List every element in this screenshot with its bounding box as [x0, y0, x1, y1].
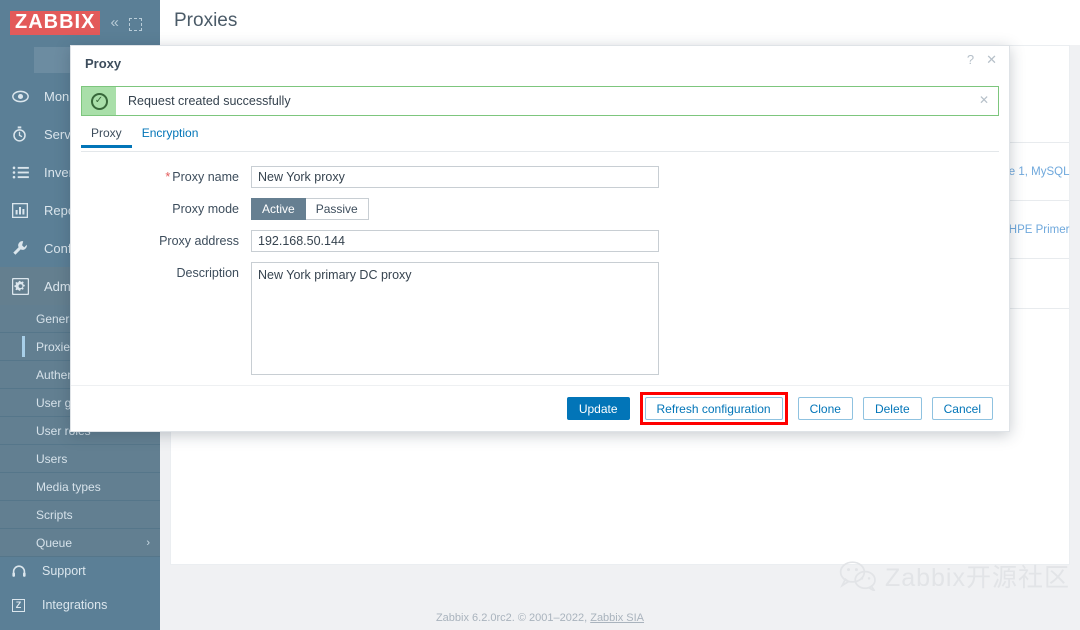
question-mark-icon[interactable]: ?: [967, 52, 974, 68]
message-icon-cell: ✓: [82, 87, 116, 115]
chevron-right-icon: ›: [146, 536, 150, 549]
tab-proxy[interactable]: Proxy: [81, 126, 132, 148]
sidebar-subitem-scripts[interactable]: Scripts: [0, 501, 160, 529]
wrench-icon: [12, 240, 34, 256]
label-text: Proxy name: [172, 170, 239, 184]
proxy-mode-label: Proxy mode: [172, 202, 239, 216]
page-header: Proxies: [160, 0, 1080, 45]
modal-tabs: Proxy Encryption: [81, 126, 999, 152]
sidebar-subitem-label: Queue: [36, 535, 73, 550]
page-title: Proxies: [174, 10, 238, 31]
watermark: Zabbix开源社区: [839, 558, 1070, 594]
tab-encryption[interactable]: Encryption: [132, 126, 209, 147]
close-icon[interactable]: ✕: [986, 52, 997, 68]
sidebar-item-label: Support: [42, 564, 86, 578]
eye-icon: [12, 90, 34, 103]
proxy-name-input[interactable]: [251, 166, 659, 188]
clone-button[interactable]: Clone: [797, 397, 853, 420]
delete-button[interactable]: Delete: [862, 397, 922, 420]
compact-view-icon[interactable]: [128, 18, 142, 31]
sidebar-subitem-media-types[interactable]: Media types: [0, 473, 160, 501]
proxy-name-label: * Proxy name: [71, 166, 251, 188]
proxy-form: *Proxy name Proxy mode Active Passive Pr…: [71, 152, 1009, 375]
proxy-modal-dialog: Proxy ? ✕ ✓ Request created successfully…: [70, 45, 1010, 432]
success-message-box: ✓ Request created successfully ✕: [81, 86, 999, 116]
sidebar-subitem-label: Scripts: [36, 507, 73, 522]
sidebar-subitem-queue[interactable]: Queue ›: [0, 529, 160, 557]
sidebar-item-support[interactable]: Support: [0, 554, 160, 588]
proxy-address-input[interactable]: [251, 230, 659, 252]
form-row-proxy-name: * Proxy name: [71, 166, 1009, 188]
zabbix-logo[interactable]: ZABBIX: [10, 10, 101, 35]
description-label: Description: [176, 266, 239, 280]
modal-title: Proxy: [85, 56, 122, 71]
description-textarea[interactable]: [251, 262, 659, 375]
sidebar-item-integrations[interactable]: Z Integrations: [0, 588, 160, 622]
wechat-icon: [839, 561, 876, 591]
modal-header-actions: ? ✕: [967, 52, 997, 68]
sidebar-subitem-label: Users: [36, 451, 68, 466]
chevron-double-left-icon[interactable]: «: [110, 15, 118, 30]
required-marker: *: [165, 170, 171, 184]
bar-chart-icon: [12, 202, 34, 218]
watermark-label: Zabbix开源社区: [884, 564, 1070, 592]
sidebar-bottom-nav: Support Z Integrations: [0, 554, 160, 622]
stopwatch-icon: [12, 126, 34, 142]
check-circle-icon: ✓: [90, 92, 108, 110]
footer-link-zabbix-sia[interactable]: Zabbix SIA: [590, 612, 644, 624]
success-message-text: Request created successfully: [128, 94, 291, 108]
refresh-configuration-button[interactable]: Refresh configuration: [644, 397, 783, 420]
proxy-mode-option-passive[interactable]: Passive: [305, 198, 369, 220]
refresh-configuration-highlight: Refresh configuration: [639, 392, 788, 425]
sidebar-subitem-label: Media types: [36, 479, 101, 494]
update-button[interactable]: Update: [566, 397, 630, 420]
proxy-mode-segmented-control: Active Passive: [251, 198, 369, 220]
footer: Zabbix 6.2.0rc2. © 2001–2022, Zabbix SIA: [0, 612, 1080, 624]
modal-header: Proxy ? ✕: [71, 46, 1009, 80]
message-close-icon[interactable]: ✕: [979, 93, 989, 107]
sidebar-header: ZABBIX «: [0, 0, 160, 45]
list-icon: [12, 166, 34, 179]
proxy-address-label: Proxy address: [159, 234, 239, 248]
footer-copyright: Zabbix 6.2.0rc2. © 2001–2022,: [435, 612, 591, 624]
headset-icon: [12, 564, 34, 578]
app-root: Proxies ode 1, MySQL 0, HPE Primer Zabbi…: [0, 0, 1080, 630]
sidebar-item-label: Integrations: [42, 598, 108, 612]
sidebar-subitem-users[interactable]: Users: [0, 445, 160, 473]
modal-footer: Update Refresh configuration Clone Delet…: [71, 385, 1009, 431]
form-row-description: Description: [71, 262, 1009, 375]
proxy-mode-option-active[interactable]: Active: [251, 198, 306, 220]
form-row-proxy-mode: Proxy mode Active Passive: [71, 198, 1009, 220]
form-row-proxy-address: Proxy address: [71, 230, 1009, 252]
cancel-button[interactable]: Cancel: [931, 397, 993, 420]
gear-icon: [12, 277, 34, 295]
zabbix-z-icon: Z: [12, 598, 34, 612]
